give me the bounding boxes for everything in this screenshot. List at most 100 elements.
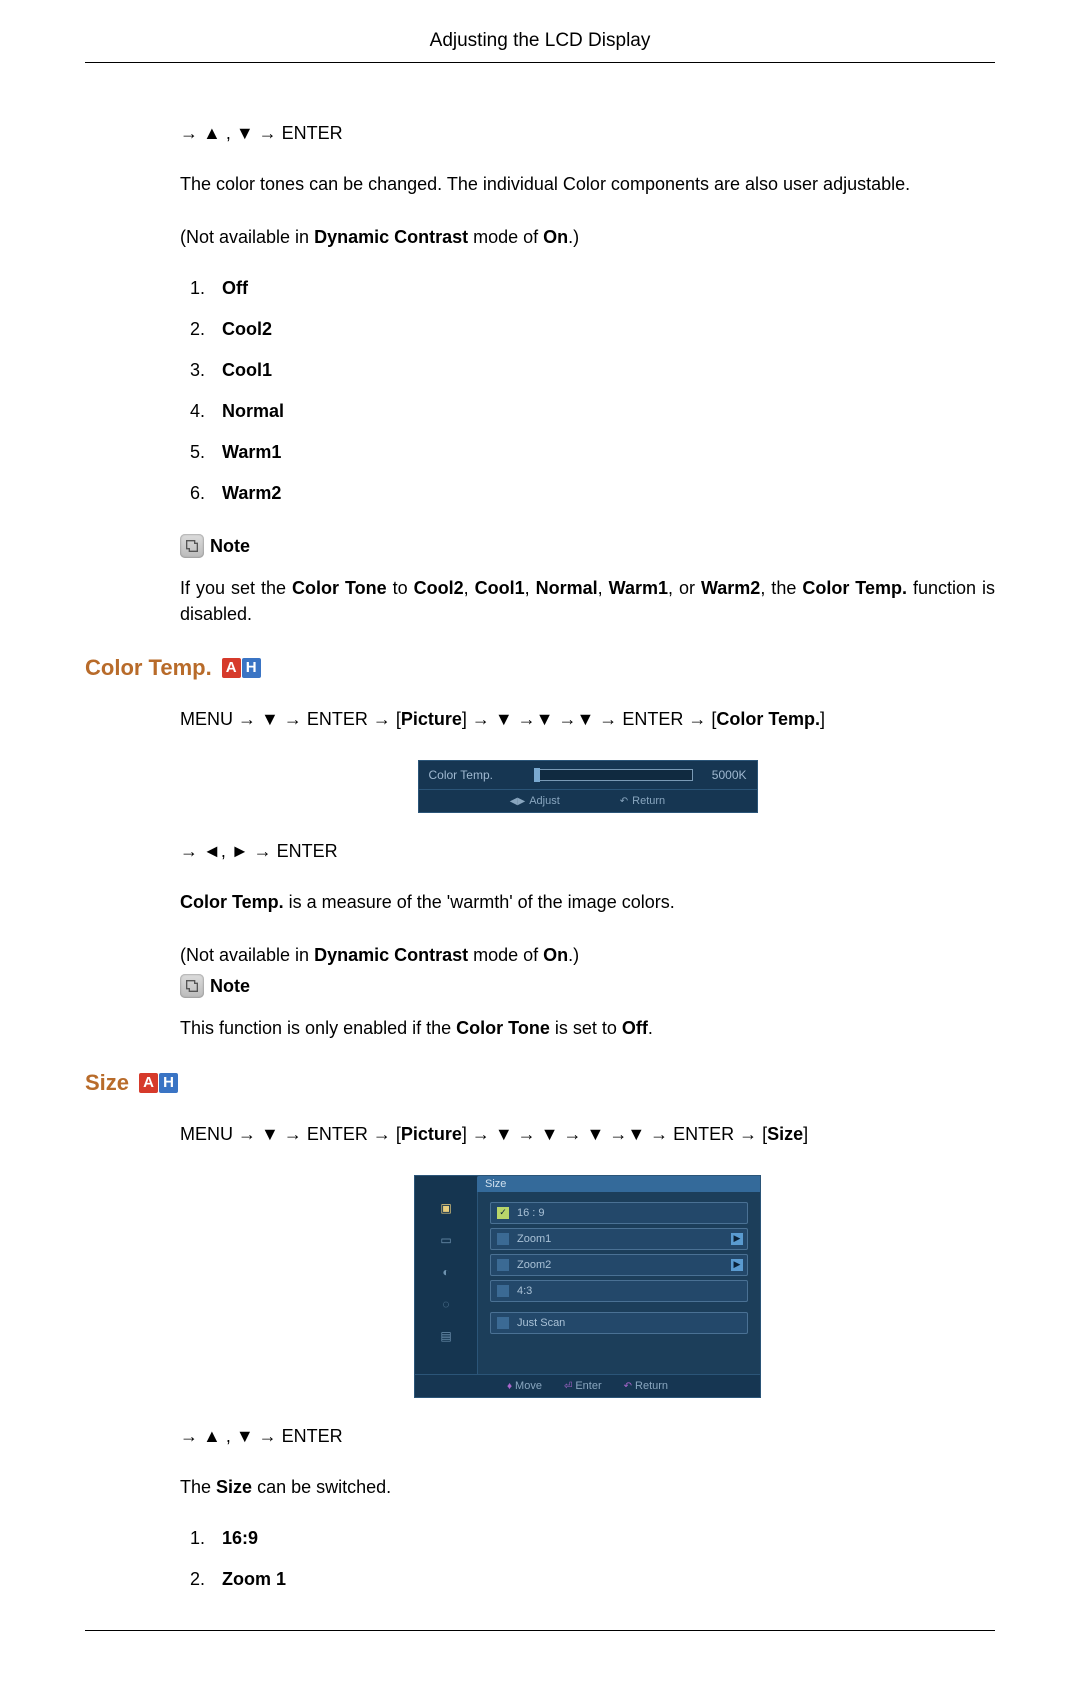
section-color-temp: Color Temp. A H (85, 655, 995, 681)
na-prefix: (Not available in (180, 227, 314, 247)
nt-or: , or (668, 578, 701, 598)
enter-icon: ⏎ (564, 1381, 572, 1392)
osd-return2: ↶Return (624, 1380, 668, 1392)
color-temp-note: This function is only enabled if the Col… (180, 1016, 995, 1041)
nav-color-temp-adjust: → ◄, ► → ENTER (180, 841, 995, 862)
adjust-arrows-icon: ◀▶ (510, 796, 525, 807)
note-label: Note (210, 976, 250, 997)
tone-cool1: Cool1 (222, 360, 272, 380)
osd-side-input-icon[interactable]: ▭ (437, 1232, 455, 1248)
return-icon: ↶ (620, 796, 628, 807)
check-icon (497, 1259, 509, 1271)
menu-path-color-temp: MENU → ▼ → ENTER → [Picture] → ▼ →▼ →▼ →… (180, 707, 995, 732)
mp-ct-3: ] (820, 709, 825, 729)
nt-the: , the (760, 578, 802, 598)
dynamic-contrast-label: Dynamic Contrast (314, 227, 468, 247)
osd-side-setup-icon[interactable]: ◌ (437, 1296, 455, 1312)
tone-normal: Normal (222, 401, 284, 421)
mp-s-2: ] → ▼ → ▼ → ▼ →▼ → ENTER → [ (462, 1124, 767, 1144)
osd-side-sound-icon[interactable]: ◐ (437, 1264, 455, 1280)
list-item: Normal (210, 401, 995, 422)
mp-s-picture: Picture (401, 1124, 462, 1144)
ctn-off: Off (622, 1018, 648, 1038)
nt-cool2: Cool2 (414, 578, 464, 598)
on-label: On (543, 227, 568, 247)
mp-s-1: MENU → ▼ → ENTER → [ (180, 1124, 401, 1144)
nt-cool1: Cool1 (475, 578, 525, 598)
note-label: Note (210, 536, 250, 557)
size-16-9: 16:9 (222, 1528, 258, 1548)
nt-colortone: Color Tone (292, 578, 387, 598)
osd-color-temp: Color Temp. 5000K ◀▶Adjust ↶Return (418, 760, 758, 813)
nt-colortemp: Color Temp. (802, 578, 907, 598)
na2-on: On (543, 945, 568, 965)
ct-desc-bold: Color Temp. (180, 892, 284, 912)
osd-item-label: Zoom1 (517, 1233, 551, 1245)
sz-bold: Size (216, 1477, 252, 1497)
mp-ct-1: MENU → ▼ → ENTER → [ (180, 709, 401, 729)
list-item: 16:9 (210, 1528, 995, 1549)
nt-s2: , (525, 578, 536, 598)
osd-item-just-scan[interactable]: Just Scan (490, 1312, 748, 1334)
tone-warm2: Warm2 (222, 483, 281, 503)
nt-to: to (387, 578, 414, 598)
note-color-tone-text: If you set the Color Tone to Cool2, Cool… (180, 576, 995, 626)
size-list: 16:9 Zoom 1 (180, 1528, 995, 1590)
menu-path-size: MENU → ▼ → ENTER → [Picture] → ▼ → ▼ → ▼… (180, 1122, 995, 1147)
tone-warm1: Warm1 (222, 442, 281, 462)
list-item: Warm1 (210, 442, 995, 463)
na-suffix: .) (568, 227, 579, 247)
osd-item-zoom2[interactable]: Zoom2 ▶ (490, 1254, 748, 1276)
nt-s3: , (598, 578, 609, 598)
osd-item-label: 16 : 9 (517, 1207, 545, 1219)
section-size: Size A H (85, 1070, 995, 1096)
osd-item-label: 4:3 (517, 1285, 532, 1297)
osd-item-zoom1[interactable]: Zoom1 ▶ (490, 1228, 748, 1250)
note-icon (180, 974, 204, 998)
osd-side-multi-icon[interactable]: ▤ (437, 1328, 455, 1344)
color-temp-description: Color Temp. is a measure of the 'warmth'… (180, 890, 995, 915)
osd-sidebar: ▣ ▭ ◐ ◌ ▤ (415, 1192, 478, 1374)
badge-h-icon: H (242, 658, 261, 678)
na-mode-of: mode of (468, 227, 543, 247)
mp-s-3: ] (803, 1124, 808, 1144)
osd-move-label: Move (515, 1380, 542, 1392)
na2-suffix: .) (568, 945, 579, 965)
list-item: Cool2 (210, 319, 995, 340)
osd-ct-row: Color Temp. 5000K (418, 760, 758, 790)
osd-adjust: ◀▶Adjust (510, 795, 560, 807)
osd-ct-label: Color Temp. (429, 768, 529, 782)
mp-colortemp: Color Temp. (716, 709, 820, 729)
nt-normal: Normal (536, 578, 598, 598)
ctn-setto: is set to (550, 1018, 622, 1038)
section-title-color-temp: Color Temp. (85, 655, 212, 681)
section-title-size: Size (85, 1070, 129, 1096)
na2-prefix: (Not available in (180, 945, 314, 965)
move-icon: ♦ (507, 1381, 512, 1392)
badge-h-icon: H (159, 1073, 178, 1093)
osd-item-label: Zoom2 (517, 1259, 551, 1271)
sz-1: The (180, 1477, 216, 1497)
color-tone-list: Off Cool2 Cool1 Normal Warm1 Warm2 (180, 278, 995, 504)
badge-a-icon: A (139, 1073, 158, 1093)
slider-knob-icon (534, 768, 540, 782)
tone-cool2: Cool2 (222, 319, 272, 339)
not-available-note-1: (Not available in Dynamic Contrast mode … (180, 225, 995, 250)
ctn-ct: Color Tone (456, 1018, 550, 1038)
osd-side-picture-icon[interactable]: ▣ (437, 1200, 455, 1216)
list-item: Off (210, 278, 995, 299)
osd-ct-value: 5000K (701, 768, 747, 782)
osd-item-16-9[interactable]: ✓ 16 : 9 (490, 1202, 748, 1224)
mp-s-size: Size (767, 1124, 803, 1144)
nt-warm1: Warm1 (609, 578, 668, 598)
list-item: Zoom 1 (210, 1569, 995, 1590)
color-tones-description: The color tones can be changed. The indi… (180, 172, 995, 197)
page-header: Adjusting the LCD Display (85, 30, 995, 63)
badge-group: A H (222, 658, 261, 678)
check-icon: ✓ (497, 1207, 509, 1219)
sz-3: can be switched. (252, 1477, 391, 1497)
osd-item-4-3[interactable]: 4:3 (490, 1280, 748, 1302)
color-temp-slider[interactable] (537, 769, 693, 781)
main-content: → ▲ , ▼ → ENTER The color tones can be c… (85, 123, 995, 1590)
mp-ct-2: ] → ▼ →▼ →▼ → ENTER → [ (462, 709, 716, 729)
